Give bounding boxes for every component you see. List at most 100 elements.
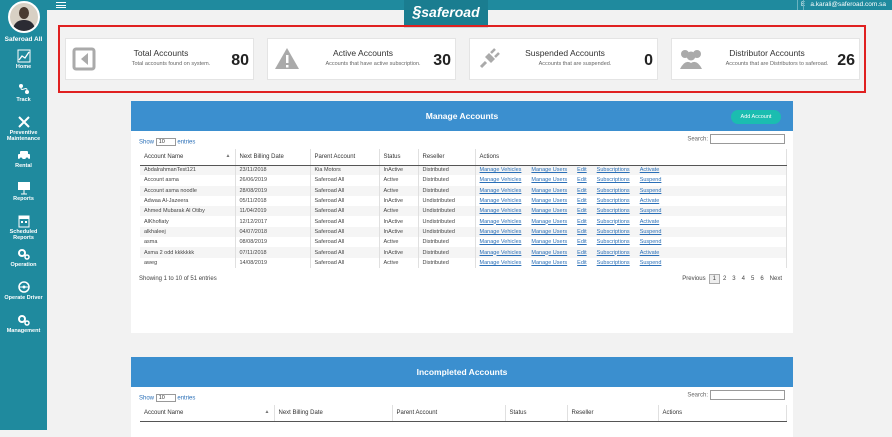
table-cell: Distributed (418, 185, 476, 196)
tools-icon (17, 115, 31, 129)
activate-link[interactable]: Activate (640, 167, 660, 173)
edit-link[interactable]: Edit (577, 239, 586, 245)
manage-vehicles-link[interactable]: Manage Vehicles (480, 239, 522, 245)
calendar-icon (17, 214, 31, 228)
manage-users-link[interactable]: Manage Users (531, 208, 567, 214)
page-3-button[interactable]: 3 (729, 275, 738, 283)
sidebar-item-track[interactable]: Track (0, 80, 47, 113)
activate-link[interactable]: Activate (640, 219, 660, 225)
row-actions: Manage Vehicles Manage Users Edit Subscript… (475, 226, 787, 238)
suspend-link[interactable]: Suspend (640, 208, 662, 214)
column-header[interactable]: Parent Account (310, 149, 380, 166)
sidebar-item-rental[interactable]: Rental (0, 146, 47, 179)
manage-users-link[interactable]: Manage Users (531, 250, 567, 256)
subscriptions-link[interactable]: Subscriptions (597, 198, 630, 204)
manage-vehicles-link[interactable]: Manage Vehicles (480, 198, 522, 204)
sidebar-item-reports[interactable]: Reports (0, 179, 47, 212)
entries-select[interactable]: 10 (155, 138, 176, 146)
sidebar-item-scheduled-reports[interactable]: Scheduled Reports (0, 212, 47, 245)
gears-icon (17, 247, 31, 261)
page-6-button[interactable]: 6 (757, 275, 766, 283)
activate-link[interactable]: Activate (640, 198, 660, 204)
page-1-button[interactable]: 1 (708, 273, 720, 284)
next-button[interactable]: Next (767, 275, 785, 283)
sidebar-item-management[interactable]: Management (0, 311, 47, 344)
suspend-link[interactable]: Suspend (640, 177, 662, 183)
user-email[interactable]: a.karali@saferoad.com.sa (803, 0, 886, 10)
manage-users-link[interactable]: Manage Users (531, 167, 567, 173)
subscriptions-link[interactable]: Subscriptions (597, 229, 630, 235)
manage-vehicles-link[interactable]: Manage Vehicles (480, 260, 522, 266)
manage-users-link[interactable]: Manage Users (531, 239, 567, 245)
column-header[interactable]: Actions (475, 149, 787, 166)
manage-users-link[interactable]: Manage Users (531, 188, 567, 194)
edit-link[interactable]: Edit (577, 229, 586, 235)
search-input[interactable] (710, 390, 785, 400)
avatar[interactable] (7, 1, 40, 33)
edit-link[interactable]: Edit (577, 167, 586, 173)
column-header[interactable]: Account Name ▲ (140, 405, 275, 422)
suspend-link[interactable]: Suspend (640, 239, 662, 245)
suspend-link[interactable]: Suspend (640, 229, 662, 235)
manage-vehicles-link[interactable]: Manage Vehicles (480, 167, 522, 173)
column-header[interactable]: Status (379, 149, 419, 166)
stat-card-suspended-accounts[interactable]: Suspended Accounts Accounts that are susp… (469, 38, 658, 80)
manage-users-link[interactable]: Manage Users (531, 229, 567, 235)
sort-asc-icon[interactable]: ▲ (265, 409, 270, 415)
page-4-button[interactable]: 4 (739, 275, 748, 283)
manage-vehicles-link[interactable]: Manage Vehicles (480, 250, 522, 256)
column-header[interactable]: Next Billing Date (235, 149, 311, 166)
subscriptions-link[interactable]: Subscriptions (597, 208, 630, 214)
subscriptions-link[interactable]: Subscriptions (597, 250, 630, 256)
sort-asc-icon[interactable]: ▲ (226, 153, 231, 159)
page-2-button[interactable]: 2 (720, 275, 729, 283)
edit-link[interactable]: Edit (577, 177, 586, 183)
previous-button[interactable]: Previous (679, 275, 708, 283)
column-header[interactable]: Next Billing Date (274, 405, 393, 422)
hamburger-menu-icon[interactable] (56, 2, 66, 8)
search-input[interactable] (710, 134, 785, 144)
subscriptions-link[interactable]: Subscriptions (597, 260, 630, 266)
manage-users-link[interactable]: Manage Users (531, 219, 567, 225)
edit-link[interactable]: Edit (577, 208, 586, 214)
table-cell: Ahmed Mubarak Al Otiby (140, 206, 236, 217)
sidebar-item-operate-driver[interactable]: Operate Driver (0, 278, 47, 311)
subscriptions-link[interactable]: Subscriptions (597, 219, 630, 225)
edit-link[interactable]: Edit (577, 250, 586, 256)
subscriptions-link[interactable]: Subscriptions (597, 177, 630, 183)
subscriptions-link[interactable]: Subscriptions (597, 188, 630, 194)
stat-card-distributor-accounts[interactable]: Distributor Accounts Accounts that are Di… (671, 38, 860, 80)
add-account-button[interactable]: Add Account (731, 110, 781, 124)
entries-select[interactable]: 10 (155, 394, 176, 402)
edit-link[interactable]: Edit (577, 260, 586, 266)
column-header[interactable]: Parent Account (392, 405, 506, 422)
edit-link[interactable]: Edit (577, 198, 586, 204)
activate-link[interactable]: Activate (640, 250, 660, 256)
stat-card-total-accounts[interactable]: Total Accounts Total accounts found on sy… (65, 38, 254, 80)
sidebar-item-operation[interactable]: Operation (0, 245, 47, 278)
column-header[interactable]: Status (505, 405, 568, 422)
subscriptions-link[interactable]: Subscriptions (597, 167, 630, 173)
suspend-link[interactable]: Suspend (640, 188, 662, 194)
suspend-link[interactable]: Suspend (640, 260, 662, 266)
manage-users-link[interactable]: Manage Users (531, 177, 567, 183)
sidebar-item-home[interactable]: Home (0, 47, 47, 80)
column-header[interactable]: Reseller (567, 405, 659, 422)
manage-users-link[interactable]: Manage Users (531, 260, 567, 266)
edit-link[interactable]: Edit (577, 188, 586, 194)
column-header[interactable]: Account Name ▲ (140, 149, 236, 166)
column-header[interactable]: Actions (658, 405, 787, 422)
page-5-button[interactable]: 5 (748, 275, 757, 283)
manage-vehicles-link[interactable]: Manage Vehicles (480, 208, 522, 214)
subscriptions-link[interactable]: Subscriptions (597, 239, 630, 245)
column-header[interactable]: Reseller (418, 149, 476, 166)
edit-link[interactable]: Edit (577, 219, 586, 225)
user-profile[interactable]: Saferoad All (0, 0, 47, 47)
manage-vehicles-link[interactable]: Manage Vehicles (480, 177, 522, 183)
stat-card-active-accounts[interactable]: Active Accounts Accounts that have active… (267, 38, 456, 80)
manage-vehicles-link[interactable]: Manage Vehicles (480, 219, 522, 225)
manage-vehicles-link[interactable]: Manage Vehicles (480, 188, 522, 194)
manage-vehicles-link[interactable]: Manage Vehicles (480, 229, 522, 235)
manage-users-link[interactable]: Manage Users (531, 198, 567, 204)
sidebar-item-preventive-maintenance[interactable]: Preventive Maintenance (0, 113, 47, 146)
